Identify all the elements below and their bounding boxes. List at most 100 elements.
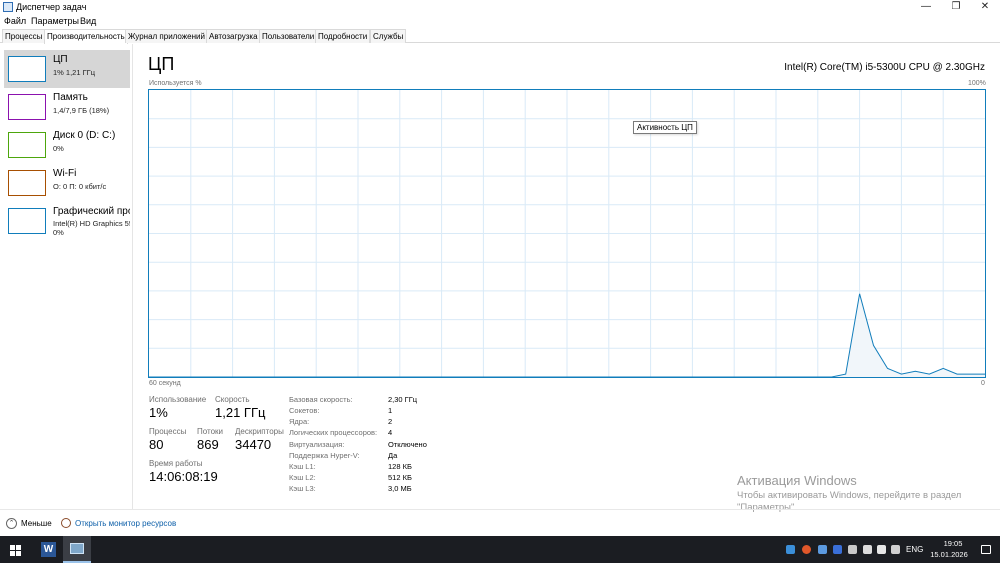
- tray-cloud-icon[interactable]: [818, 545, 827, 554]
- maximize-button[interactable]: ❐: [941, 0, 971, 14]
- taskbar-task-manager-app[interactable]: [63, 536, 91, 563]
- tab-startup[interactable]: Автозагрузка: [206, 29, 261, 43]
- cpu-thumbnail: [8, 56, 46, 82]
- cpu-graph-svg: [149, 90, 985, 377]
- sidebar-item-value: О: 0 П: 0 кбит/с: [53, 182, 107, 191]
- battery-icon[interactable]: [863, 545, 872, 554]
- spec-logical-label: Логических процессоров:: [289, 428, 378, 437]
- spec-l2-value: 512 КБ: [388, 473, 412, 482]
- tab-performance[interactable]: Производительность: [44, 29, 128, 44]
- taskbar-word-app[interactable]: W: [35, 536, 63, 563]
- uptime-value: 14:06:08:19: [149, 469, 218, 484]
- sidebar-item-value: 1% 1,21 ГГц: [53, 68, 96, 77]
- processes-label: Процессы: [149, 427, 187, 436]
- spec-sockets-label: Сокетов:: [289, 406, 320, 415]
- spec-l1-value: 128 КБ: [388, 462, 412, 471]
- threads-value: 869: [197, 437, 219, 452]
- menu-options[interactable]: Параметры: [31, 16, 79, 26]
- spec-hyperv-value: Да: [388, 451, 398, 460]
- spec-virtualization-value: Отключено: [388, 440, 427, 449]
- clock-time[interactable]: 19:05: [936, 539, 970, 548]
- sidebar-item-value: 0%: [53, 144, 64, 153]
- notifications-icon[interactable]: [981, 545, 991, 554]
- spec-base-speed-label: Базовая скорость:: [289, 395, 353, 404]
- title-bar: Диспетчер задач — ❐ ✕: [0, 0, 1000, 14]
- handles-value: 34470: [235, 437, 272, 452]
- footer-bar: ⌃ Меньше Открыть монитор ресурсов: [0, 509, 1000, 536]
- gpu-thumbnail: [8, 208, 46, 234]
- taskbar: W ENG 19:05 15.01.2026: [0, 536, 1000, 563]
- menu-file[interactable]: Файл: [4, 16, 26, 26]
- sidebar-item-wifi[interactable]: Wi-Fi О: 0 П: 0 кбит/с: [4, 164, 130, 202]
- tab-processes[interactable]: Процессы: [2, 29, 46, 43]
- spec-l2-label: Кэш L2:: [289, 473, 316, 482]
- tab-services[interactable]: Службы: [370, 29, 407, 43]
- sidebar-item-label: ЦП: [53, 54, 68, 65]
- usage-value: 1%: [149, 405, 168, 420]
- word-icon: W: [41, 542, 56, 557]
- minimize-button[interactable]: —: [911, 0, 941, 14]
- spec-l3-value: 3,0 МБ: [388, 484, 412, 493]
- spec-cores-label: Ядра:: [289, 417, 310, 426]
- tab-users[interactable]: Пользователи: [259, 29, 318, 43]
- menu-bar: Файл Параметры Вид: [0, 14, 1000, 28]
- wifi-thumbnail: [8, 170, 46, 196]
- tab-bar: Процессы Производительность Журнал прило…: [0, 29, 1000, 44]
- sidebar-item-label: Wi-Fi: [53, 168, 77, 179]
- sidebar-item-memory[interactable]: Память 1,4/7,9 ГБ (18%): [4, 88, 130, 126]
- chevron-up-icon[interactable]: ⌃: [6, 518, 17, 529]
- close-button[interactable]: ✕: [970, 0, 1000, 14]
- volume-icon[interactable]: [891, 545, 900, 554]
- tab-details[interactable]: Подробности: [315, 29, 371, 43]
- window-title: Диспетчер задач: [16, 2, 87, 12]
- spec-l3-label: Кэш L3:: [289, 484, 316, 493]
- spec-hyperv-label: Поддержка Hyper-V:: [289, 451, 360, 460]
- clock-date[interactable]: 15.01.2026: [928, 550, 970, 559]
- spec-l1-label: Кэш L1:: [289, 462, 316, 471]
- speed-value: 1,21 ГГц: [215, 405, 266, 420]
- windows-start-icon[interactable]: [10, 545, 21, 556]
- graph-label-time: 60 секунд: [149, 380, 181, 387]
- performance-sidebar: ЦП 1% 1,21 ГГц Память 1,4/7,9 ГБ (18%) Д…: [0, 44, 133, 509]
- memory-thumbnail: [8, 94, 46, 120]
- tab-app-history[interactable]: Журнал приложений: [125, 29, 208, 43]
- cpu-model: Intel(R) Core(TM) i5-5300U CPU @ 2.30GHz: [784, 62, 985, 73]
- spec-virtualization-label: Виртуализация:: [289, 440, 345, 449]
- spec-logical-value: 4: [388, 428, 393, 437]
- sidebar-item-cpu[interactable]: ЦП 1% 1,21 ГГц: [4, 50, 130, 88]
- tray-alert-icon[interactable]: [802, 545, 811, 554]
- cpu-activity-tooltip: Активность ЦП: [633, 121, 697, 134]
- bluetooth-icon[interactable]: [833, 545, 842, 554]
- spec-sockets-value: 1: [388, 406, 393, 415]
- task-manager-taskbar-icon: [70, 543, 84, 554]
- threads-label: Потоки: [197, 427, 224, 436]
- resource-monitor-icon: [61, 518, 71, 528]
- tray-app-icon[interactable]: [786, 545, 795, 554]
- wifi-tray-icon[interactable]: [877, 545, 886, 554]
- spec-base-speed-value: 2,30 ГГц: [388, 395, 418, 404]
- sidebar-item-label: Память: [53, 92, 88, 103]
- disk-thumbnail: [8, 132, 46, 158]
- sidebar-item-value: 1,4/7,9 ГБ (18%): [53, 106, 110, 115]
- sidebar-item-disk[interactable]: Диск 0 (D: C:) 0%: [4, 126, 130, 164]
- handles-label: Дескрипторы: [235, 427, 284, 436]
- sidebar-item-value: Intel(R) HD Graphics 550: [53, 219, 130, 228]
- sidebar-item-label: Диск 0 (D: C:): [53, 130, 116, 141]
- graph-label-zero: 0: [981, 380, 985, 387]
- task-manager-icon: [3, 2, 13, 12]
- sidebar-item-label: Графический про: [53, 206, 130, 217]
- language-indicator[interactable]: ENG: [906, 545, 923, 554]
- activation-watermark-title: Активация Windows: [737, 473, 857, 488]
- uptime-label: Время работы: [149, 459, 203, 468]
- fewer-details-button[interactable]: Меньше: [21, 519, 52, 528]
- speed-label: Скорость: [215, 395, 250, 404]
- tray-chevron-icon[interactable]: [848, 545, 857, 554]
- graph-label-max: 100%: [968, 80, 986, 87]
- page-title: ЦП: [148, 54, 175, 74]
- cpu-usage-graph: [148, 89, 986, 378]
- menu-view[interactable]: Вид: [80, 16, 96, 26]
- graph-label-usage: Используется %: [149, 80, 202, 87]
- sidebar-item-gpu[interactable]: Графический про Intel(R) HD Graphics 550…: [4, 202, 130, 240]
- usage-label: Использование: [149, 395, 207, 404]
- open-resource-monitor-link[interactable]: Открыть монитор ресурсов: [75, 519, 176, 528]
